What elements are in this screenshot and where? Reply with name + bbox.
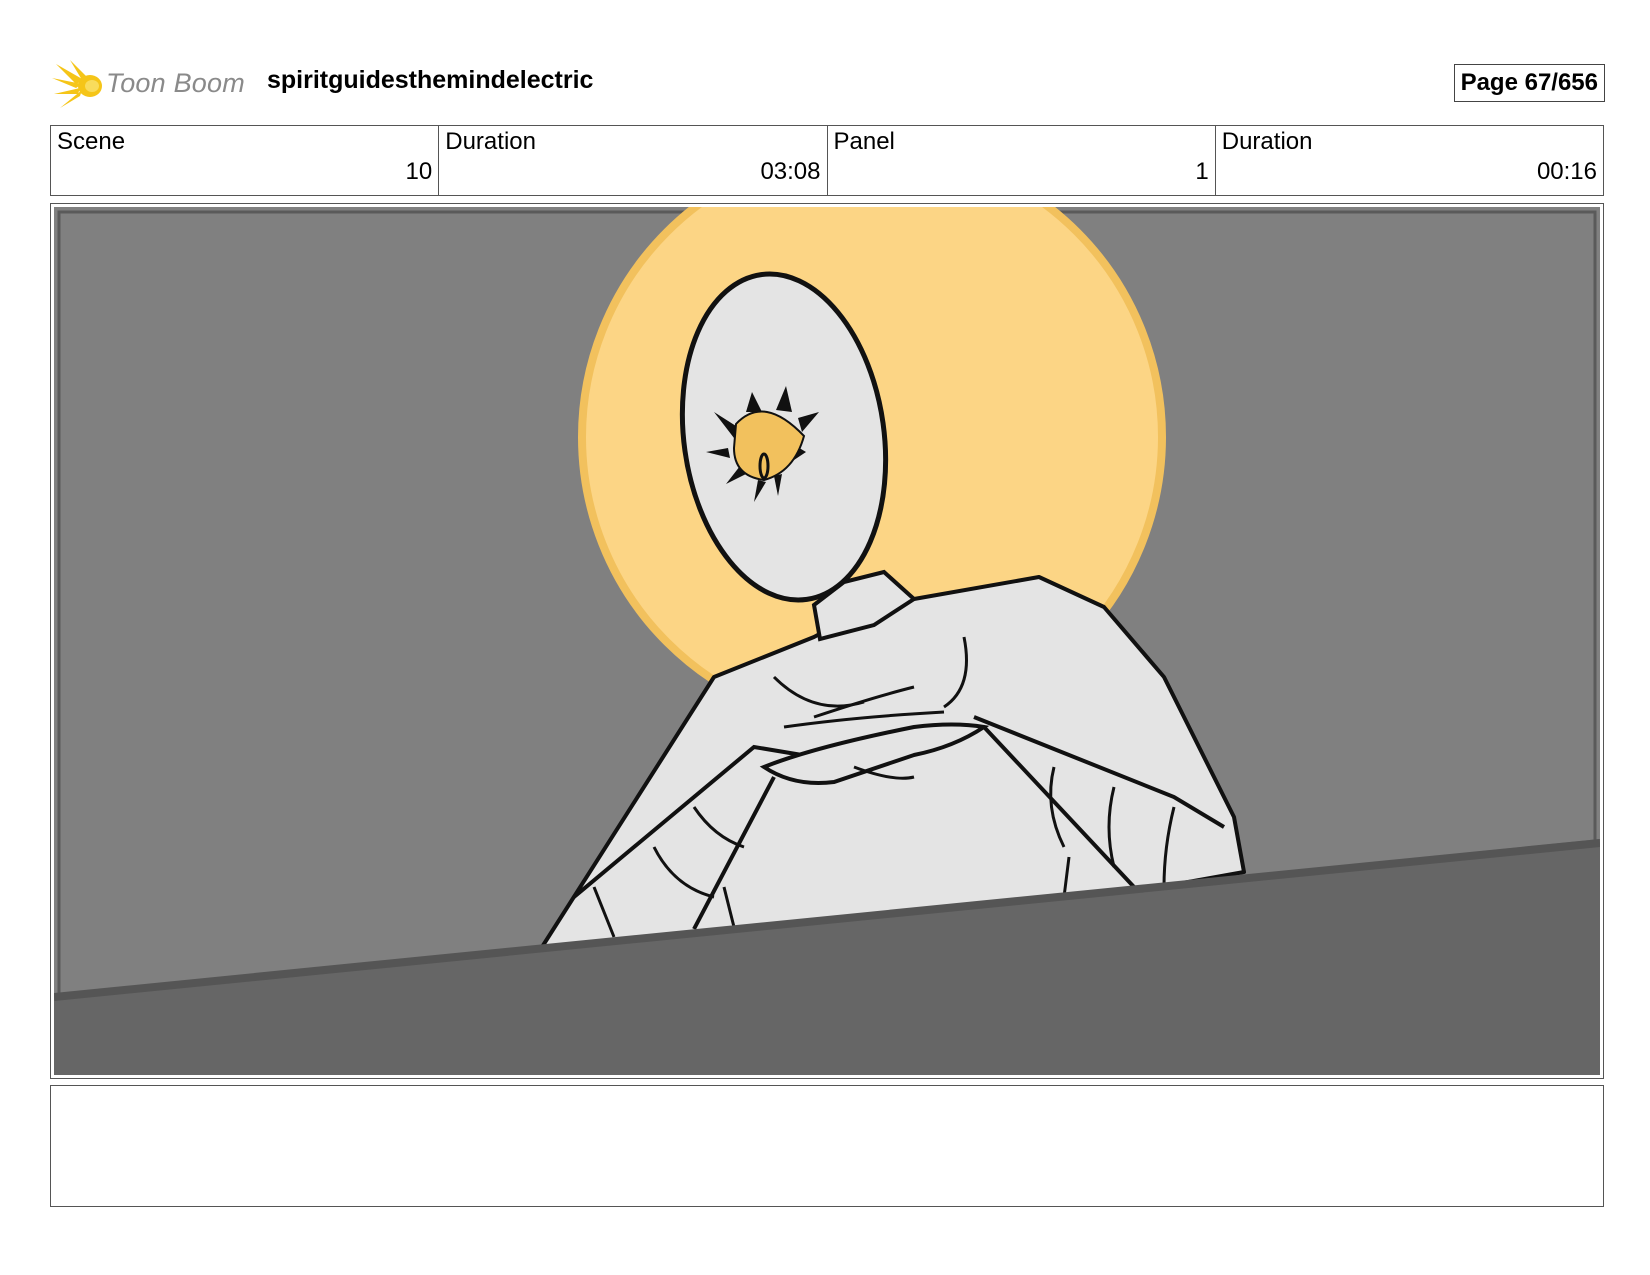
storyboard-drawing [54,207,1600,1075]
scene-duration-value: 03:08 [760,158,821,185]
panel-notes-box [50,1085,1604,1207]
page-header: Toon Boom spiritguidesthemindelectric Pa… [50,52,1605,112]
scene-duration-label: Duration [445,128,536,155]
storyboard-panel-frame [50,203,1604,1079]
scene-cell: Scene 10 [51,126,440,195]
panel-value: 1 [1195,158,1209,185]
panel-duration-value: 00:16 [1536,158,1597,185]
project-title: spiritguidesthemindelectric [267,66,594,94]
panel-duration-cell: Duration 00:16 [1216,126,1603,195]
scene-duration-cell: Duration 03:08 [439,126,828,195]
scene-label: Scene [57,128,126,155]
scene-value: 10 [405,158,433,185]
scene-info-table: Scene 10 Duration 03:08 Panel 1 Duration… [50,125,1604,196]
toon-boom-logo: Toon Boom [50,58,250,108]
panel-duration-label: Duration [1221,128,1313,155]
panel-cell: Panel 1 [828,126,1216,195]
starburst-logo-icon [52,60,102,108]
page-indicator: Page 67/656 [1453,64,1605,102]
figure-drawing [54,207,1600,1075]
panel-label: Panel [833,128,895,155]
logo-wordmark: Toon Boom [106,68,245,98]
